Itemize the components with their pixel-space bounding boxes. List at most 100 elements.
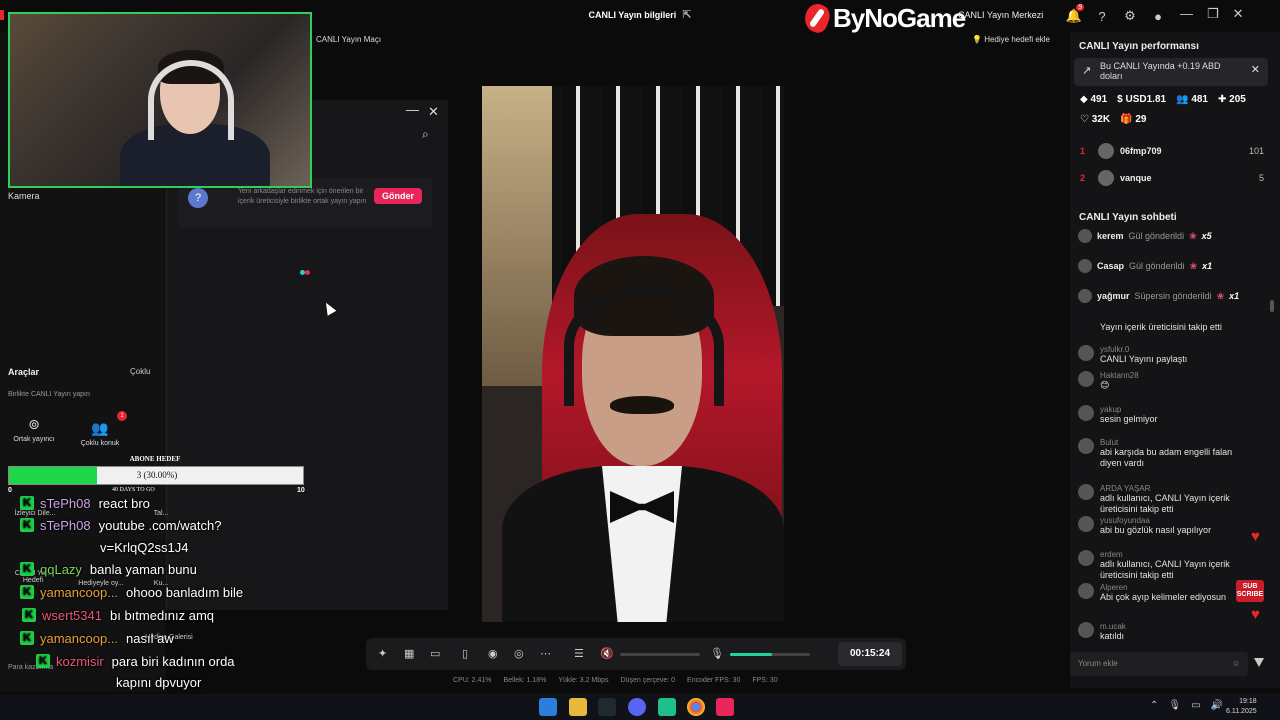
- yt-chat-message: KqqLazy banla yaman bunu: [20, 558, 320, 580]
- clock: 19:18 6.11.2025: [1226, 697, 1257, 717]
- send-button[interactable]: Gönder: [374, 188, 422, 204]
- panel-minimize-icon[interactable]: —: [406, 102, 419, 117]
- search-icon[interactable]: ⌕: [422, 127, 429, 142]
- gifter-name: 06fmp709: [1120, 146, 1162, 156]
- yt-chat-user: yamancoop...: [40, 630, 119, 646]
- chat-user: Haktann28: [1100, 371, 1139, 380]
- mic-tray-icon[interactable]: 🎙: [1168, 700, 1181, 711]
- more-icon[interactable]: ⋯: [540, 647, 551, 660]
- yt-chat-user: wsert5341: [42, 607, 102, 623]
- avatar: [1078, 516, 1094, 532]
- goal-min: 0: [8, 487, 12, 494]
- live-match-link[interactable]: CANLI Yayın Maçı: [316, 35, 381, 44]
- gifter-row[interactable]: 1 06fmp709 101: [1080, 143, 1264, 159]
- system-stat: Düşen çerçeve: 0: [620, 677, 676, 684]
- chat-text: 😊: [1100, 380, 1110, 390]
- effects-icon[interactable]: ✦: [378, 647, 387, 660]
- stream-info-title[interactable]: CANLI Yayın bilgileri ⇱: [560, 8, 720, 21]
- volume-icon[interactable]: 🔊: [1211, 700, 1223, 711]
- speaker-muted-icon[interactable]: 🔇: [600, 647, 614, 660]
- chat-scrollbar[interactable]: [1270, 300, 1274, 312]
- help-icon[interactable]: ?: [1092, 6, 1112, 26]
- sub-goal-bar: 3 (30.00%): [8, 466, 304, 485]
- display-icon[interactable]: ▭: [1191, 700, 1200, 711]
- screen-icon[interactable]: ▭: [430, 647, 440, 660]
- chat-body: yusufoyundaa abi bu gözlük nasıl yapılıyo…: [1100, 516, 1211, 536]
- viewers-value: 481: [1191, 94, 1208, 105]
- close-icon[interactable]: ✕: [1233, 6, 1244, 22]
- mixer-icon[interactable]: ☰: [574, 647, 584, 660]
- link-icon: ⊚: [28, 416, 40, 432]
- comment-input[interactable]: Yorum ekle ☺: [1070, 652, 1248, 676]
- speaker-volume-slider[interactable]: [620, 653, 700, 656]
- rose-icon: ❀: [1216, 290, 1225, 301]
- terminal-icon[interactable]: [598, 698, 616, 716]
- background-wall: [482, 86, 552, 386]
- live-center-link[interactable]: CANLI Yayın Merkezi: [958, 10, 1043, 20]
- layout-icon[interactable]: ▦: [404, 647, 414, 660]
- yt-chat-message: Kkozmisir para biri kadının orda: [36, 650, 336, 672]
- chat-body: erdem adlı kullanıcı, CANLI Yayın içerik …: [1100, 550, 1250, 581]
- file-explorer-icon[interactable]: [569, 698, 587, 716]
- chat-body: Haktann28 😊: [1100, 371, 1139, 391]
- sub-goal-text: 3 (30.00%): [136, 470, 178, 480]
- chat-message: Bulut abi karşıda bu adam engelli falan d…: [1078, 438, 1250, 469]
- multi-guest-label: Çoklu konuk: [80, 440, 120, 447]
- close-icon[interactable]: ✕: [1251, 65, 1260, 76]
- app-icon[interactable]: [658, 698, 676, 716]
- add-gift-goal[interactable]: 💡 Hediye hedefi ekle: [972, 35, 1050, 44]
- record-icon[interactable]: ◉: [488, 647, 498, 660]
- yt-chat-message: kapını dpvuyor: [36, 671, 336, 693]
- chat-user: m.ucak: [1100, 622, 1126, 631]
- phone-icon[interactable]: ▯: [462, 647, 468, 660]
- send-icon[interactable]: [1254, 658, 1264, 667]
- gift-message: Casap Gül gönderildi ❀ x1: [1078, 259, 1212, 273]
- mic-volume-slider[interactable]: [730, 653, 810, 656]
- usd-stat: $ USD1.81: [1117, 94, 1167, 105]
- chat-user: ARDA YAŞAR: [1100, 484, 1151, 493]
- chat-message: yusufoyundaa abi bu gözlük nasıl yapılıyo…: [1078, 516, 1250, 536]
- cohost-tool[interactable]: ⊚ Ortak yayıncı: [6, 416, 62, 443]
- replay-icon[interactable]: ◎: [514, 647, 524, 660]
- stream-video: [482, 86, 784, 622]
- emoji-icon[interactable]: ☺: [1232, 659, 1240, 668]
- camera-label[interactable]: Kamera: [8, 191, 40, 201]
- avatar: [1078, 622, 1094, 638]
- chrome-icon[interactable]: [687, 698, 705, 716]
- gift-message: kerem Gül gönderildi ❀ x5: [1078, 229, 1212, 243]
- rose-icon: ❀: [1189, 230, 1197, 241]
- subscribe-sticker: SUB SCRIBE: [1236, 580, 1264, 602]
- yt-chat-text: youtube .com/watch?: [98, 517, 222, 533]
- chat-body: yakup sesin gelmiyor: [1100, 405, 1158, 425]
- gifter-row[interactable]: 2 vanque 5: [1080, 170, 1264, 186]
- bell-icon[interactable]: 🔔 9: [1064, 4, 1084, 26]
- multi-guest-badge: 1: [117, 411, 127, 421]
- kick-badge-icon: K: [20, 518, 34, 532]
- discord-icon[interactable]: [628, 698, 646, 716]
- share-icon[interactable]: ⇱: [682, 9, 691, 21]
- system-stat: CPU: 2.41%: [453, 677, 492, 684]
- gift-user: Casap: [1097, 261, 1125, 271]
- chevron-up-icon[interactable]: ⌃: [1150, 700, 1158, 711]
- panel-close-icon[interactable]: ✕: [428, 104, 439, 120]
- chat-body: ARDA YAŞAR adlı kullanıcı, CANLI Yayın iç…: [1100, 484, 1250, 515]
- chat-user: erdem: [1100, 550, 1123, 559]
- restore-icon[interactable]: ❐: [1207, 6, 1219, 22]
- avatar[interactable]: ●: [1148, 6, 1168, 26]
- windows-start-icon[interactable]: [539, 698, 557, 716]
- gear-icon[interactable]: ⚙: [1120, 6, 1140, 26]
- gift-text: Süpersin gönderildi: [1134, 291, 1212, 301]
- minimize-icon[interactable]: —: [1180, 6, 1193, 22]
- earnings-text: Bu CANLI Yayında +0.19 ABD doları: [1100, 61, 1221, 81]
- mic-icon[interactable]: 🎙: [710, 647, 724, 660]
- earnings-banner: ↗ Bu CANLI Yayında +0.19 ABD doları ✕: [1074, 58, 1268, 86]
- avatar: [1078, 583, 1094, 599]
- tiktok-live-icon[interactable]: [716, 698, 734, 716]
- kick-badge-icon: K: [20, 585, 34, 599]
- gift-user: kerem: [1097, 231, 1124, 241]
- multi-guest-tool[interactable]: 👥 Çoklu konuk: [72, 420, 128, 447]
- clock-date: 6.11.2025: [1226, 708, 1257, 715]
- yt-chat-text: nasıl aw: [126, 630, 174, 646]
- multi-guest-link[interactable]: Çoklu: [130, 367, 150, 376]
- chat-body: m.ucak katıldı: [1100, 622, 1126, 642]
